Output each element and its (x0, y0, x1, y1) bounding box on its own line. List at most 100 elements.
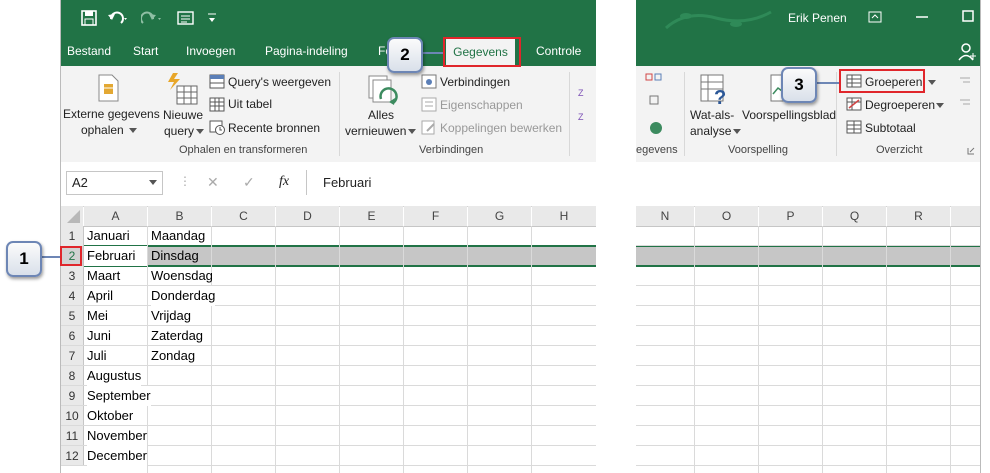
column-header-e[interactable]: E (340, 206, 403, 227)
new-query-button[interactable]: Nieuwe (163, 108, 203, 122)
maximize-icon[interactable] (962, 10, 974, 22)
row-header-6[interactable]: 6 (61, 326, 84, 346)
formula-input[interactable]: Februari (306, 170, 596, 195)
chevron-down-icon[interactable] (149, 180, 157, 185)
data-tools-icons[interactable] (644, 72, 664, 142)
column-header-d[interactable]: D (276, 206, 339, 227)
tab-pagina-indeling[interactable]: Pagina-indeling (265, 44, 348, 58)
row-header-12[interactable]: 12 (61, 446, 84, 466)
column-header-n[interactable]: N (636, 206, 694, 227)
external-data-button-line2[interactable]: ophalen (81, 123, 124, 137)
callout-3-pointer (815, 82, 839, 84)
gridline (339, 226, 340, 473)
row-header-3[interactable]: 3 (61, 266, 84, 286)
cell-a10[interactable]: Oktober (87, 406, 133, 426)
undo-icon[interactable] (107, 10, 129, 26)
row-header-10[interactable]: 10 (61, 406, 84, 426)
user-name[interactable]: Erik Penen (788, 11, 847, 25)
ribbon-separator (684, 72, 685, 156)
column-header-b[interactable]: B (148, 206, 211, 227)
properties-button[interactable]: Eigenschappen (440, 98, 523, 112)
from-table-button[interactable]: Uit tabel (228, 97, 272, 111)
gridline (636, 245, 980, 246)
forecast-sheet-button[interactable]: Voorspellingsblad (742, 108, 836, 122)
column-header-h[interactable]: H (532, 206, 596, 227)
cell-b6[interactable]: Zaterdag (151, 326, 203, 346)
column-header-a[interactable]: A (84, 206, 147, 227)
name-box[interactable]: A2 (66, 171, 163, 195)
column-header-c[interactable]: C (212, 206, 275, 227)
group-label-get-transform: Ophalen en transformeren (179, 144, 308, 156)
column-header-p[interactable]: P (759, 206, 822, 227)
what-if-button-line2[interactable]: analyse (690, 124, 731, 138)
connections-button[interactable]: Verbindingen (440, 75, 510, 89)
row-header-4[interactable]: 4 (61, 286, 84, 306)
show-hide-detail-icons[interactable] (956, 72, 972, 112)
column-header-f[interactable]: F (404, 206, 467, 227)
cell-b3[interactable]: Woensdag (151, 266, 213, 286)
tab-start[interactable]: Start (133, 44, 158, 58)
form-icon[interactable] (177, 10, 195, 26)
chevron-down-icon[interactable] (928, 80, 936, 85)
selected-row-2-continued[interactable] (636, 246, 980, 266)
ribbon-display-icon[interactable] (868, 10, 882, 24)
column-header-o[interactable]: O (695, 206, 758, 227)
what-if-button[interactable]: Wat-als- (690, 108, 734, 122)
save-icon[interactable] (81, 10, 97, 26)
column-header-g[interactable]: G (468, 206, 531, 227)
new-query-button-line2[interactable]: query (164, 124, 194, 138)
cell-a2[interactable]: Februari (87, 246, 135, 266)
cell-a12[interactable]: December (87, 446, 147, 466)
cell-b4[interactable]: Donderdag (151, 286, 216, 306)
insert-function-icon[interactable]: fx (279, 174, 289, 190)
row-header-5[interactable]: 5 (61, 306, 84, 326)
cancel-icon[interactable]: ✕ (207, 174, 219, 191)
tab-invoegen[interactable]: Invoegen (186, 44, 235, 58)
cell-a4[interactable]: April (87, 286, 113, 306)
tab-bestand[interactable]: Bestand (67, 44, 111, 58)
gridline (636, 345, 980, 346)
cell-a1[interactable]: Januari (87, 226, 130, 246)
selection-border-bottom (636, 265, 980, 267)
sort-icon[interactable]: ZZ (578, 86, 592, 126)
enter-icon[interactable]: ✓ (243, 174, 255, 191)
redo-icon[interactable] (141, 10, 163, 26)
cell-a8[interactable]: Augustus (87, 366, 142, 386)
subtotal-button[interactable]: Subtotaal (865, 121, 916, 135)
select-all-corner[interactable] (61, 206, 83, 227)
recent-sources-button[interactable]: Recente bronnen (228, 121, 320, 135)
row-header-8[interactable]: 8 (61, 366, 84, 386)
edit-links-button[interactable]: Koppelingen bewerken (440, 121, 562, 135)
cell-b2[interactable]: Dinsdag (151, 246, 199, 266)
share-icon[interactable] (958, 42, 978, 62)
gridline (636, 325, 980, 326)
column-header-r[interactable]: R (887, 206, 950, 227)
external-data-button[interactable]: Externe gegevens (63, 107, 160, 121)
minimize-icon[interactable] (916, 15, 928, 19)
cell-b7[interactable]: Zondag (151, 346, 195, 366)
refresh-all-icon (368, 75, 398, 105)
cell-a3[interactable]: Maart (87, 266, 120, 286)
column-header-q[interactable]: Q (823, 206, 886, 227)
refresh-all-button[interactable]: Alles (368, 108, 394, 122)
cell-b1[interactable]: Maandag (151, 226, 205, 246)
row-header-11[interactable]: 11 (61, 426, 84, 446)
dialog-launcher-icon[interactable] (967, 147, 975, 155)
cell-a6[interactable]: Juni (87, 326, 111, 346)
ungroup-icon (846, 97, 862, 111)
row-header-9[interactable]: 9 (61, 386, 84, 406)
tab-controleren[interactable]: Controle (536, 44, 581, 58)
ungroup-button[interactable]: Degroeperen (865, 98, 935, 112)
row-header-7[interactable]: 7 (61, 346, 84, 366)
customize-quick-access-icon[interactable] (207, 12, 217, 24)
cell-a5[interactable]: Mei (87, 306, 108, 326)
cell-a11[interactable]: November (87, 426, 147, 446)
column-header-s[interactable] (951, 206, 980, 227)
cell-a9[interactable]: September (87, 386, 151, 406)
cell-a7[interactable]: Juli (87, 346, 107, 366)
chevron-down-icon[interactable] (936, 103, 944, 108)
refresh-all-button-line2[interactable]: vernieuwen (345, 124, 406, 138)
show-queries-button[interactable]: Query's weergeven (228, 75, 331, 89)
cell-b5[interactable]: Vrijdag (151, 306, 191, 326)
row-header-1[interactable]: 1 (61, 226, 84, 246)
